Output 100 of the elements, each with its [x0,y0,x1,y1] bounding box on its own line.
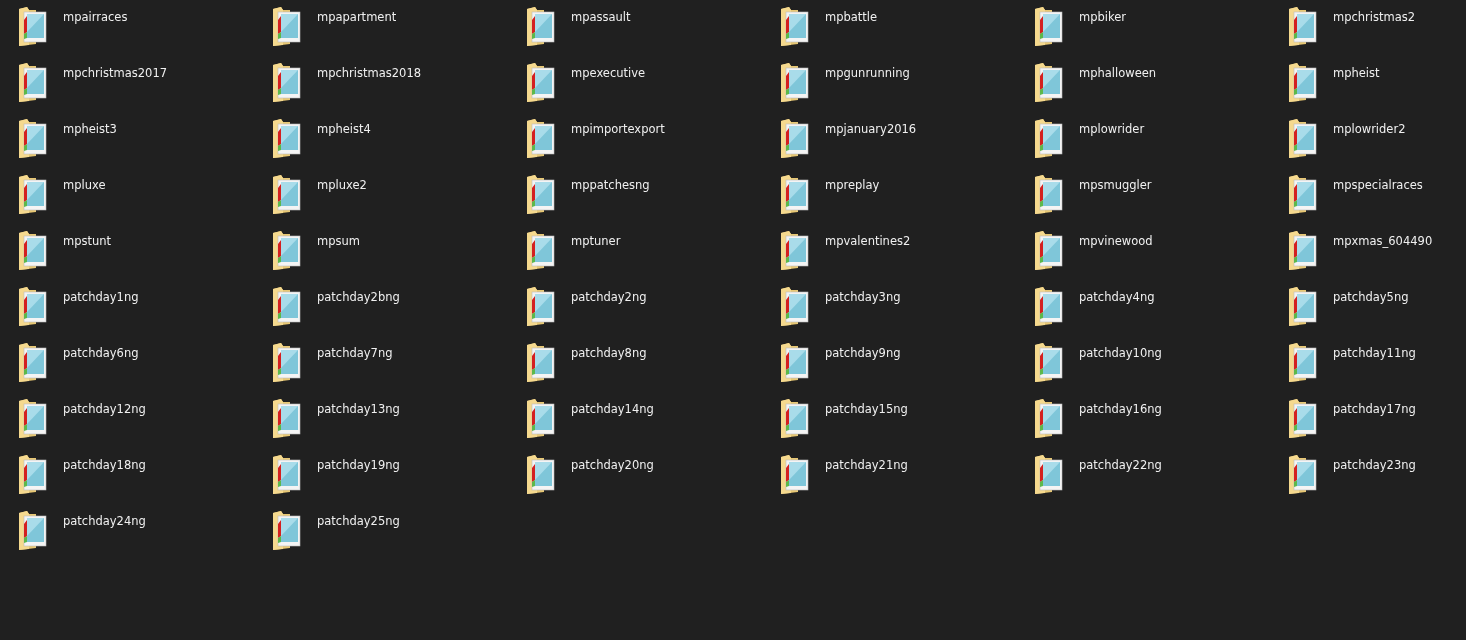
folder-name[interactable]: patchday1ng [63,290,139,304]
folder-icon [18,174,48,214]
folder-icon [526,174,556,214]
folder-name[interactable]: mpbiker [1079,10,1127,24]
folder-name[interactable]: patchday11ng [1333,346,1416,360]
folder-icon [526,118,556,158]
folder-icon [272,118,302,158]
folder-icon [780,230,810,270]
folder-icon [18,6,48,46]
folder-name[interactable]: mpxmas_604490 [1333,234,1433,248]
folder-icon [272,398,302,438]
folder-icon [526,454,556,494]
folder-name[interactable]: patchday10ng [1079,346,1162,360]
folder-icon [1288,398,1318,438]
folder-name[interactable]: patchday17ng [1333,402,1416,416]
folder-icon [780,342,810,382]
folder-name[interactable]: mpluxe [63,178,106,192]
folder-name[interactable]: mpvalentines2 [825,234,911,248]
folder-name[interactable]: mpchristmas2 [1333,10,1416,24]
folder-name[interactable]: patchday22ng [1079,458,1162,472]
folder-icon [18,286,48,326]
folder-name[interactable]: patchday2ng [571,290,647,304]
folder-icon [272,454,302,494]
folder-name[interactable]: mpassault [571,10,631,24]
folder-name[interactable]: patchday15ng [825,402,908,416]
folder-name[interactable]: patchday24ng [63,514,146,528]
folder-icon [1034,62,1064,102]
folder-name[interactable]: mppatchesng [571,178,650,192]
folder-name[interactable]: patchday14ng [571,402,654,416]
folder-name[interactable]: mpheist [1333,66,1380,80]
folder-name[interactable]: patchday16ng [1079,402,1162,416]
folder-name[interactable]: mpchristmas2018 [317,66,422,80]
folder-name[interactable]: mpheist3 [63,122,117,136]
folder-name[interactable]: patchday4ng [1079,290,1155,304]
folder-icon [1288,454,1318,494]
folder-icon [526,286,556,326]
folder-name[interactable]: mptuner [571,234,621,248]
folder-name[interactable]: mpapartment [317,10,397,24]
folder-icon [1288,342,1318,382]
folder-name[interactable]: patchday13ng [317,402,400,416]
folder-icon [780,398,810,438]
folder-icon [1034,174,1064,214]
folder-name[interactable]: patchday23ng [1333,458,1416,472]
folder-name[interactable]: mpchristmas2017 [63,66,168,80]
folder-icon [1288,62,1318,102]
folder-name[interactable]: patchday7ng [317,346,393,360]
folder-name[interactable]: patchday19ng [317,458,400,472]
folder-icon [272,510,302,550]
folder-icon [272,174,302,214]
folder-icon [1034,286,1064,326]
folder-icon [272,342,302,382]
folder-name[interactable]: mpbattle [825,10,878,24]
folder-icon [1034,398,1064,438]
folder-name[interactable]: mpheist4 [317,122,371,136]
folder-icon [1288,174,1318,214]
folder-name[interactable]: mpairraces [63,10,128,24]
folder-name[interactable]: patchday20ng [571,458,654,472]
folder-name[interactable]: patchday6ng [63,346,139,360]
folder-icon [526,62,556,102]
folder-icon [526,6,556,46]
folder-name[interactable]: patchday2bng [317,290,400,304]
folder-name[interactable]: mpjanuary2016 [825,122,917,136]
folder-name[interactable]: mpgunrunning [825,66,910,80]
folder-name[interactable]: patchday9ng [825,346,901,360]
folder-name[interactable]: mpreplay [825,178,880,192]
folder-icon [18,118,48,158]
folder-name[interactable]: mpexecutive [571,66,646,80]
folder-icon [18,342,48,382]
folder-name[interactable]: mpspecialraces [1333,178,1423,192]
folder-name[interactable]: patchday18ng [63,458,146,472]
folder-name[interactable]: patchday3ng [825,290,901,304]
folder-name[interactable]: mplowrider2 [1333,122,1406,136]
folder-icon [18,510,48,550]
folder-icon [272,62,302,102]
folder-name[interactable]: patchday8ng [571,346,647,360]
folder-icon [780,6,810,46]
folder-name[interactable]: patchday21ng [825,458,908,472]
folder-name[interactable]: patchday12ng [63,402,146,416]
folder-name[interactable]: mpstunt [63,234,112,248]
folder-name[interactable]: mpimportexport [571,122,665,136]
folder-icon [1288,286,1318,326]
folder-icon [780,174,810,214]
folder-icon [1034,230,1064,270]
folder-name[interactable]: mpvinewood [1079,234,1153,248]
folder-name[interactable]: mpluxe2 [317,178,367,192]
folder-name[interactable]: mpsum [317,234,360,248]
folder-icon [526,342,556,382]
folder-icon [780,286,810,326]
folder-icon [1034,118,1064,158]
folder-name[interactable]: patchday25ng [317,514,400,528]
folder-name[interactable]: mphalloween [1079,66,1157,80]
folder-name[interactable]: mpsmuggler [1079,178,1152,192]
folder-icon [780,62,810,102]
folder-icon [526,230,556,270]
folder-icon [272,230,302,270]
folder-name[interactable]: patchday5ng [1333,290,1409,304]
folder-icon [1288,118,1318,158]
folder-icon [1288,230,1318,270]
folder-name[interactable]: mplowrider [1079,122,1145,136]
folder-icon [1034,342,1064,382]
